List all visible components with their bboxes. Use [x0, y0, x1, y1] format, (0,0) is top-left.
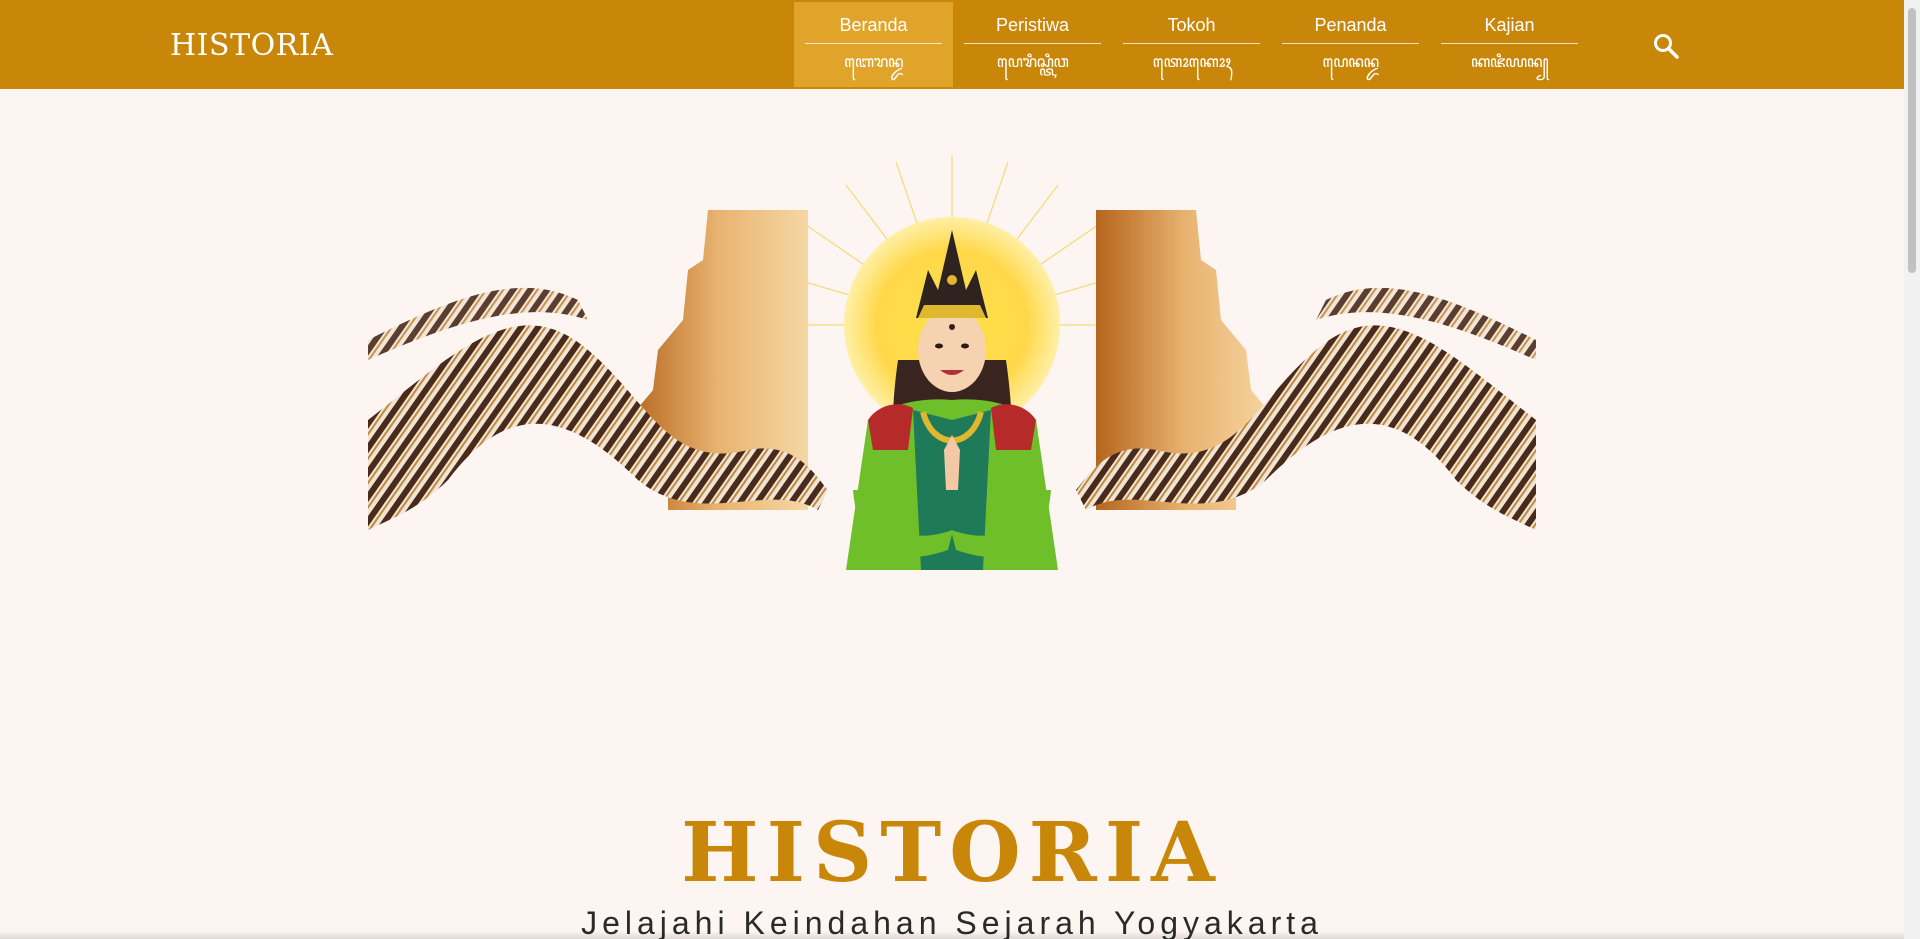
nav-divider	[805, 43, 942, 44]
nav-label: Penanda	[1314, 15, 1387, 35]
nav-divider	[964, 43, 1101, 44]
hero-title: HISTORIA	[681, 805, 1223, 901]
scrollbar-thumb[interactable]	[1908, 8, 1916, 273]
bottom-edge	[0, 931, 1904, 939]
nav-javanese-label: ꦧꦺꦫꦤ꧀ꦢ	[843, 52, 904, 71]
nav-javanese-label: ꦠꦺꦴꦏꦺꦴꦃ	[1152, 52, 1232, 71]
nav-divider	[1123, 43, 1260, 44]
nav-item-tokoh[interactable]: Tokoh ꦠꦺꦴꦏꦺꦴꦃ	[1112, 2, 1271, 87]
nav-javanese-label: ꦥꦺꦫꦶꦱ꧀ꦠꦶꦮ	[996, 52, 1069, 71]
nav-label: Beranda	[839, 15, 908, 35]
brand-logo[interactable]: HISTORIA	[170, 28, 333, 63]
main-nav: Beranda ꦧꦺꦫꦤ꧀ꦢ Peristiwa ꦥꦺꦫꦶꦱ꧀ꦠꦶꦮ Tokoh…	[794, 2, 1589, 87]
nav-label: Kajian	[1484, 15, 1535, 35]
top-navbar: HISTORIA Beranda ꦧꦺꦫꦤ꧀ꦢ Peristiwa ꦥꦺꦫꦶꦱ꧀…	[0, 0, 1904, 89]
nav-label: Peristiwa	[995, 15, 1070, 35]
search-icon[interactable]	[1652, 32, 1680, 60]
nav-label: Tokoh	[1167, 15, 1216, 35]
nav-item-kajian[interactable]: Kajian ꦏꦗꦶꦪꦤ꧀	[1430, 2, 1589, 87]
nav-divider	[1282, 43, 1419, 44]
page-scrollbar[interactable]	[1904, 0, 1920, 939]
nav-javanese-label: ꦥꦺꦤꦤ꧀ꦢ	[1322, 52, 1379, 71]
nav-javanese-label: ꦏꦗꦶꦪꦤ꧀	[1470, 52, 1549, 71]
nav-item-beranda[interactable]: Beranda ꦧꦺꦫꦤ꧀ꦢ	[794, 2, 953, 87]
nav-item-peristiwa[interactable]: Peristiwa ꦥꦺꦫꦶꦱ꧀ꦠꦶꦮ	[953, 2, 1112, 87]
hero-illustration	[368, 150, 1536, 600]
nav-divider	[1441, 43, 1578, 44]
nav-item-penanda[interactable]: Penanda ꦥꦺꦤꦤ꧀ꦢ	[1271, 2, 1430, 87]
